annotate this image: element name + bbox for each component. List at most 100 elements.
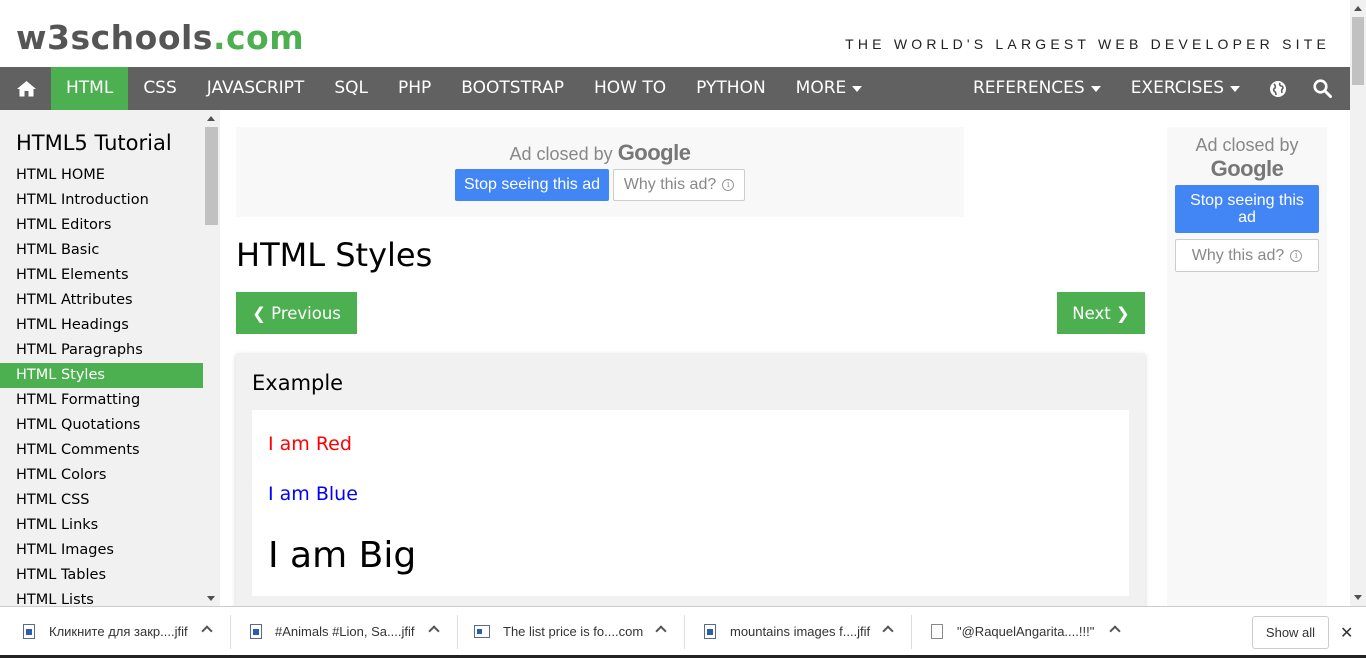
- previous-button[interactable]: ❮ Previous: [236, 292, 357, 334]
- sidebar-item-html-formatting[interactable]: HTML Formatting: [0, 388, 203, 413]
- page-scrollbar[interactable]: [1350, 0, 1366, 606]
- ad-closed-notice: Ad closed by Google: [1167, 134, 1327, 182]
- sidebar-item-html-tables[interactable]: HTML Tables: [0, 563, 203, 588]
- nav-php[interactable]: PHP: [383, 67, 446, 110]
- top-navigation: HTML CSS JAVASCRIPT SQL PHP BOOTSTRAP HO…: [0, 67, 1350, 110]
- ad-banner-side: Ad closed by Google Stop seeing this ad W…: [1167, 127, 1327, 606]
- site-logo[interactable]: w3schools.com: [16, 18, 304, 58]
- sidebar-list: HTML HOME HTML Introduction HTML Editors…: [0, 163, 203, 606]
- sidebar-item-html-comments[interactable]: HTML Comments: [0, 438, 203, 463]
- sidebar-item-html-home[interactable]: HTML HOME: [0, 163, 203, 188]
- google-logo: Google: [617, 140, 691, 165]
- page-scroll-thumb[interactable]: [1352, 17, 1364, 85]
- sidebar-item-html-elements[interactable]: HTML Elements: [0, 263, 203, 288]
- sidebar-item-html-attributes[interactable]: HTML Attributes: [0, 288, 203, 313]
- sidebar: HTML5 Tutorial HTML HOME HTML Introducti…: [0, 110, 220, 606]
- ad-banner-top: Ad closed by Google Stop seeing this ad …: [236, 127, 964, 217]
- sidebar-scrollbar[interactable]: [203, 110, 220, 606]
- example-blue-text: I am Blue: [268, 483, 358, 505]
- download-filename: "@RaquelAngarita....!!!": [957, 624, 1095, 639]
- document-file-icon: [931, 624, 943, 639]
- sidebar-item-html-links[interactable]: HTML Links: [0, 513, 203, 538]
- scroll-up-arrow-icon[interactable]: [207, 116, 215, 121]
- web-file-icon: [474, 625, 490, 638]
- home-icon[interactable]: [0, 67, 51, 110]
- image-file-icon: [704, 624, 716, 639]
- sidebar-item-html-editors[interactable]: HTML Editors: [0, 213, 203, 238]
- nav-exercises-label: EXERCISES: [1130, 78, 1224, 98]
- logo-suffix-text: .com: [212, 18, 305, 57]
- sidebar-item-html-styles[interactable]: HTML Styles: [0, 363, 203, 388]
- search-icon[interactable]: [1301, 67, 1350, 110]
- chevron-up-icon[interactable]: [1109, 625, 1121, 637]
- stop-seeing-ad-button[interactable]: Stop seeing this ad: [455, 169, 609, 201]
- example-heading: Example: [252, 371, 344, 395]
- download-filename: #Animals #Lion, Sa....jfif: [275, 624, 415, 639]
- chevron-up-icon[interactable]: [201, 625, 213, 637]
- image-file-icon: [23, 624, 35, 639]
- nav-sql[interactable]: SQL: [319, 67, 383, 110]
- image-file-icon: [250, 624, 262, 639]
- nav-bootstrap[interactable]: BOOTSTRAP: [446, 67, 579, 110]
- example-output: I am Red I am Blue I am Big: [252, 410, 1129, 596]
- chevron-up-icon[interactable]: [428, 625, 440, 637]
- download-item[interactable]: The list price is fo....com: [458, 607, 684, 656]
- ad-closed-notice: Ad closed by Google: [236, 140, 964, 166]
- scroll-down-arrow-icon[interactable]: [207, 596, 215, 601]
- download-filename: mountains images f....jfif: [730, 624, 871, 639]
- sidebar-title: HTML5 Tutorial: [16, 131, 172, 155]
- scroll-down-arrow-icon[interactable]: [1354, 595, 1362, 600]
- caret-down-icon: [852, 85, 863, 92]
- sidebar-item-html-basic[interactable]: HTML Basic: [0, 238, 203, 263]
- scroll-up-arrow-icon[interactable]: [1354, 6, 1362, 11]
- chevron-up-icon[interactable]: [655, 625, 667, 637]
- info-icon: i: [722, 179, 735, 191]
- sidebar-item-html-quotations[interactable]: HTML Quotations: [0, 413, 203, 438]
- download-item[interactable]: mountains images f....jfif: [685, 607, 911, 656]
- sidebar-item-html-headings[interactable]: HTML Headings: [0, 313, 203, 338]
- why-this-ad-button[interactable]: Why this ad? i: [613, 169, 745, 201]
- nav-javascript[interactable]: JAVASCRIPT: [192, 67, 320, 110]
- example-box: Example I am Red I am Blue I am Big: [236, 353, 1145, 613]
- nav-html[interactable]: HTML: [51, 67, 129, 110]
- example-red-text: I am Red: [268, 433, 352, 455]
- download-item[interactable]: #Animals #Lion, Sa....jfif: [231, 607, 457, 656]
- globe-icon[interactable]: [1255, 67, 1301, 110]
- sidebar-item-html-introduction[interactable]: HTML Introduction: [0, 188, 203, 213]
- stop-seeing-ad-button[interactable]: Stop seeing this ad: [1175, 185, 1319, 233]
- download-item[interactable]: Кликните для закр....jfif: [0, 607, 230, 656]
- sidebar-item-html-lists[interactable]: HTML Lists: [0, 588, 203, 606]
- nav-more-label: MORE: [795, 78, 847, 98]
- sidebar-scroll-thumb[interactable]: [205, 127, 218, 225]
- why-this-ad-label: Why this ad?: [1191, 246, 1285, 264]
- download-filename: Кликните для закр....jfif: [49, 624, 188, 639]
- nav-more-dropdown[interactable]: MORE: [781, 67, 878, 110]
- show-all-downloads-button[interactable]: Show all: [1252, 616, 1329, 649]
- example-big-text: I am Big: [268, 535, 417, 576]
- caret-down-icon: [1230, 85, 1240, 92]
- nav-exercises-dropdown[interactable]: EXERCISES: [1116, 67, 1255, 110]
- download-item[interactable]: "@RaquelAngarita....!!!": [912, 607, 1138, 656]
- nav-how-to[interactable]: HOW TO: [579, 67, 681, 110]
- ad-closed-text: Ad closed by: [1195, 135, 1299, 155]
- chevron-up-icon[interactable]: [882, 625, 894, 637]
- page-title: HTML Styles: [236, 236, 433, 274]
- nav-references-label: REFERENCES: [972, 78, 1085, 98]
- nav-references-dropdown[interactable]: REFERENCES: [958, 67, 1116, 110]
- nav-css[interactable]: CSS: [128, 67, 191, 110]
- downloads-bar: Кликните для закр....jfif #Animals #Lion…: [0, 606, 1366, 658]
- sidebar-item-html-images[interactable]: HTML Images: [0, 538, 203, 563]
- google-logo: Google: [1210, 156, 1284, 181]
- sidebar-item-html-css[interactable]: HTML CSS: [0, 488, 203, 513]
- why-this-ad-button[interactable]: Why this ad? i: [1175, 239, 1319, 272]
- logo-main-text: w3schools: [16, 18, 213, 57]
- nav-python[interactable]: PYTHON: [681, 67, 781, 110]
- close-icon[interactable]: ✕: [1340, 623, 1353, 642]
- why-this-ad-label: Why this ad?: [623, 176, 717, 193]
- caret-down-icon: [1090, 85, 1101, 92]
- ad-closed-text: Ad closed by: [509, 144, 613, 164]
- next-button[interactable]: Next ❯: [1057, 292, 1145, 334]
- sidebar-item-html-paragraphs[interactable]: HTML Paragraphs: [0, 338, 203, 363]
- info-icon: i: [1290, 249, 1303, 262]
- sidebar-item-html-colors[interactable]: HTML Colors: [0, 463, 203, 488]
